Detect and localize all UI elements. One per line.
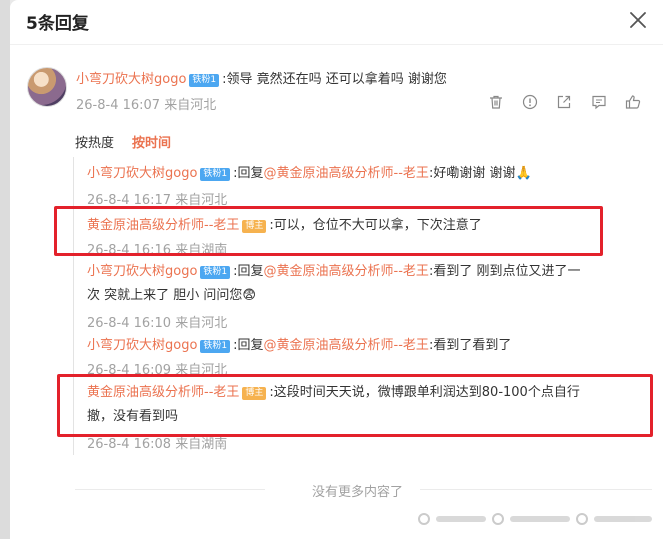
delete-icon[interactable]: [488, 94, 504, 110]
comment-meta: 26-8-4 16:07 来自河北: [76, 98, 217, 113]
replies-dialog: 5条回复 小弯刀砍大树gogo 铁粉1:领导 竟然还在吗 还可以拿着吗 谢谢您 2…: [10, 0, 663, 539]
fan-badge: 铁粉1: [200, 340, 231, 353]
tab-sort-hot[interactable]: 按热度: [75, 136, 114, 151]
background-edge: [0, 0, 10, 539]
divider: [75, 489, 265, 490]
comment-icon[interactable]: [591, 94, 607, 110]
fan-badge: 铁粉1: [189, 74, 220, 87]
reply-meta: 26-8-4 16:10 来自河北: [87, 316, 228, 331]
comment-text: :领导 竟然还在吗 还可以拿着吗 谢谢您: [222, 72, 447, 87]
divider: [420, 489, 652, 490]
reply-item: 小弯刀砍大树gogo 铁粉1:回复@黄金原油高级分析师--老王:看到了 刚到点位又…: [87, 258, 647, 308]
reply-user-name[interactable]: 小弯刀砍大树gogo: [87, 338, 197, 353]
share-icon[interactable]: [556, 94, 572, 110]
reply-text: :看到了看到了: [428, 338, 512, 353]
tab-sort-time[interactable]: 按时间: [132, 136, 171, 151]
sort-tabs: 按热度 按时间: [75, 132, 189, 151]
avatar[interactable]: [27, 67, 67, 107]
watermark: [418, 510, 656, 528]
fan-badge: 铁粉1: [200, 266, 231, 279]
no-more-text: 没有更多内容了: [312, 485, 404, 500]
fan-badge: 铁粉1: [200, 168, 231, 181]
reply-text-line2: 次 突就上来了 胆小 问问您😨: [87, 288, 256, 303]
close-icon[interactable]: [627, 9, 649, 31]
mention-link[interactable]: @黄金原油高级分析师--老王: [264, 166, 429, 181]
reply-prefix: :回复: [233, 264, 264, 279]
report-icon[interactable]: [522, 94, 538, 110]
reply-user-name[interactable]: 小弯刀砍大树gogo: [87, 166, 197, 181]
reply-text: :好嘞谢谢 谢谢🙏: [428, 166, 532, 181]
reply-item: 小弯刀砍大树gogo 铁粉1:回复@黄金原油高级分析师--老王:看到了看到了: [87, 334, 511, 353]
reply-prefix: :回复: [233, 166, 264, 181]
comment-user-name[interactable]: 小弯刀砍大树gogo: [76, 72, 186, 87]
main-comment: 小弯刀砍大树gogo 铁粉1:领导 竟然还在吗 还可以拿着吗 谢谢您: [76, 68, 447, 87]
highlight-box: [54, 206, 603, 256]
mention-link[interactable]: @黄金原油高级分析师--老王: [264, 338, 429, 353]
mention-link[interactable]: @黄金原油高级分析师--老王: [264, 264, 429, 279]
reply-prefix: :回复: [233, 338, 264, 353]
like-icon[interactable]: [625, 94, 641, 110]
reply-user-name[interactable]: 小弯刀砍大树gogo: [87, 264, 197, 279]
highlight-box: [57, 374, 653, 437]
dialog-title: 5条回复: [26, 14, 89, 34]
reply-text-line1: :看到了 刚到点位又进了一: [428, 264, 581, 279]
reply-item: 小弯刀砍大树gogo 铁粉1:回复@黄金原油高级分析师--老王:好嘞谢谢 谢谢🙏: [87, 162, 532, 181]
dialog-header: 5条回复: [10, 0, 663, 45]
